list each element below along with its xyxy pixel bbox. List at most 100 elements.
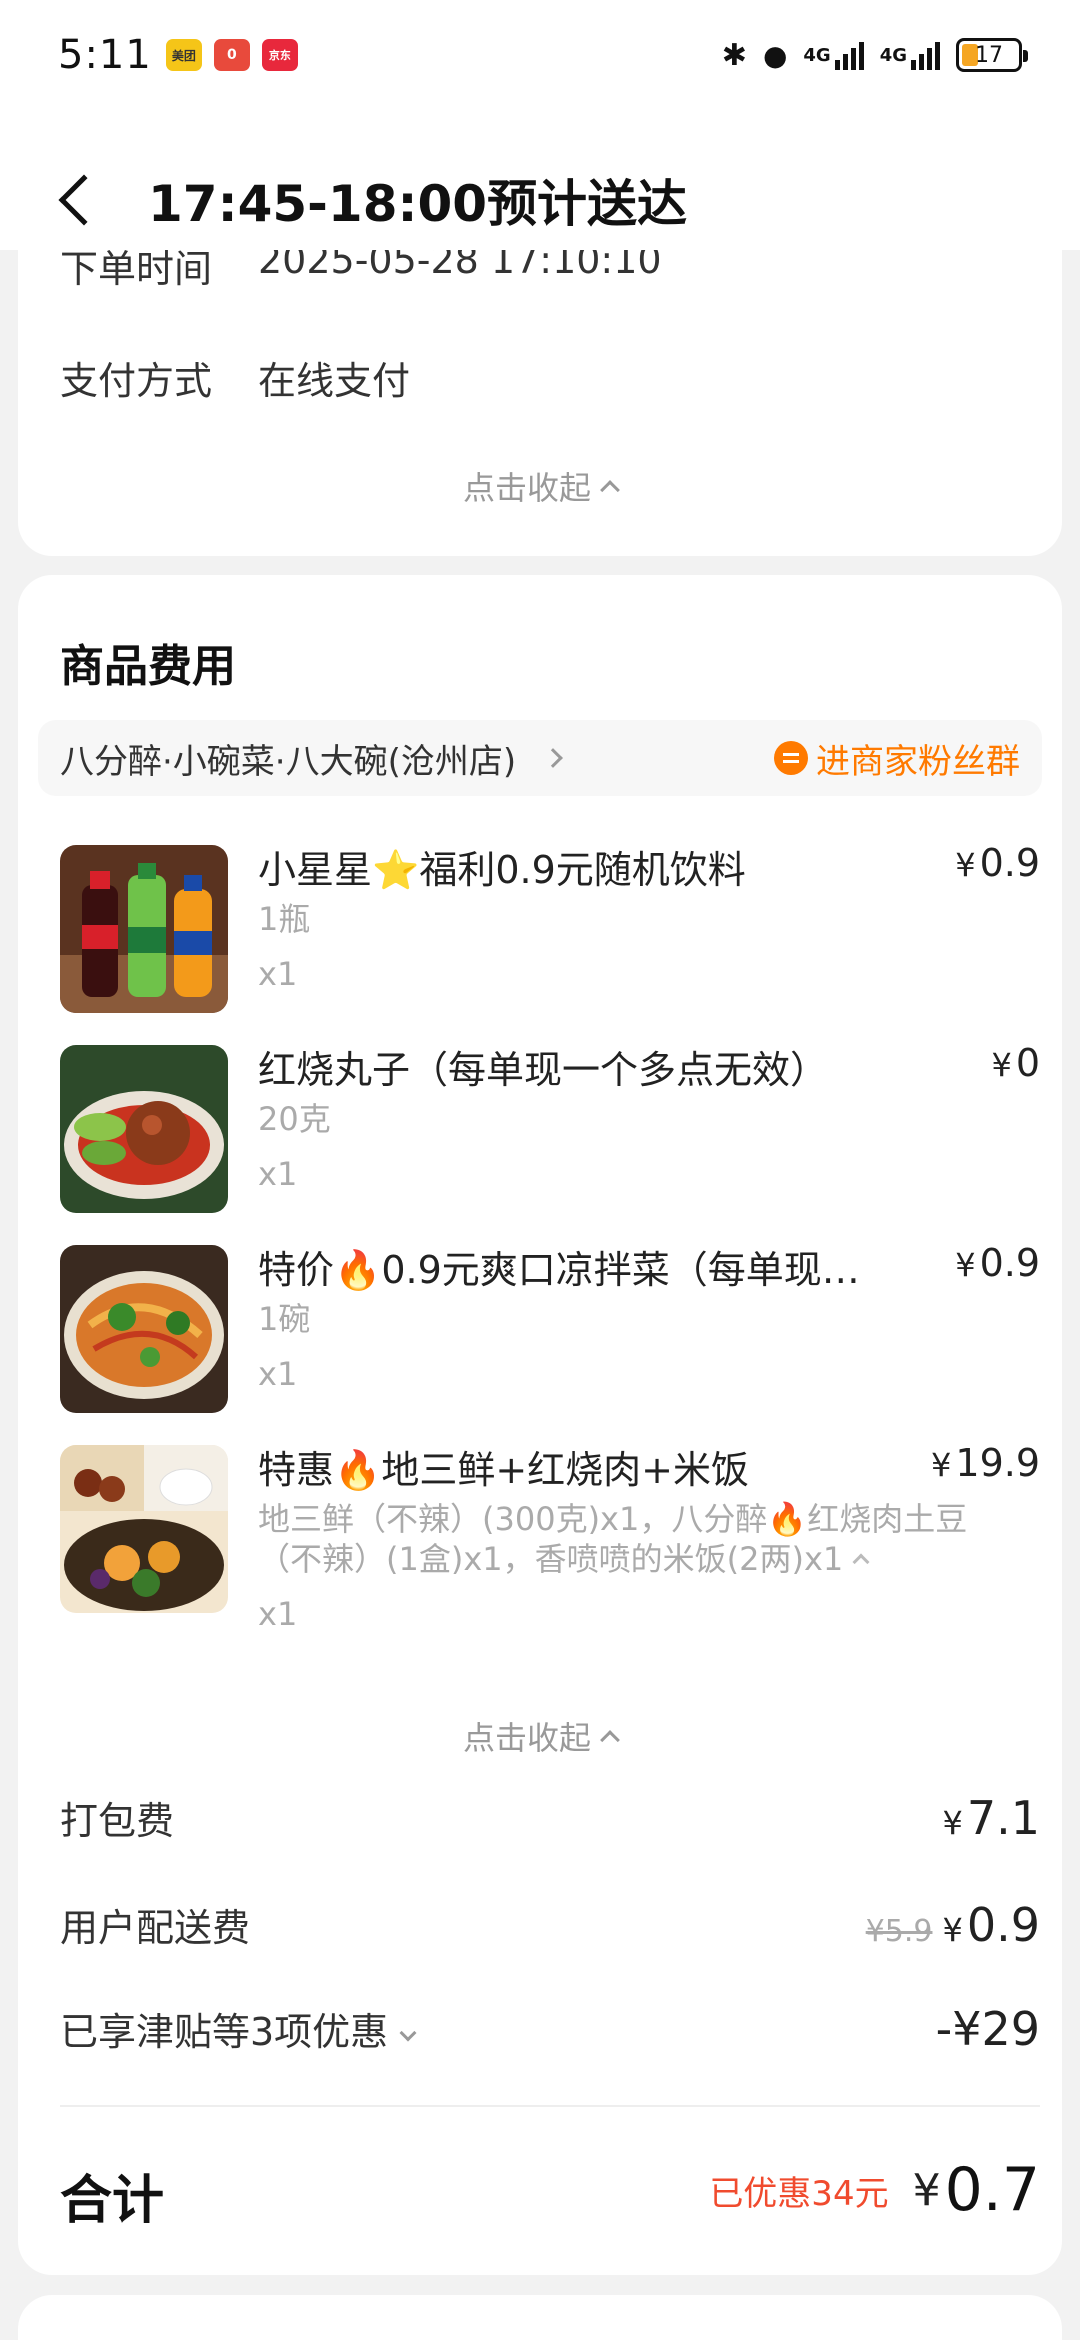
location-icon: ● — [762, 38, 788, 72]
item-name-suffix: 地三鲜+红烧肉+米饭 — [381, 1448, 750, 1492]
item-quantity: x1 — [258, 1355, 298, 1393]
salad-image — [60, 1245, 228, 1413]
chevron-down-icon — [399, 2024, 417, 2042]
list-item[interactable]: 特价🔥0.9元爽口凉拌菜（每单现… 1碗 x1 ¥0.9 — [60, 1241, 1040, 1415]
page-header: 17:45-18:00预计送达 — [0, 150, 1080, 250]
currency-symbol: ¥ — [955, 846, 976, 884]
list-item[interactable]: 特惠🔥地三鲜+红烧肉+米饭 地三鲜（不辣）(300克)x1，八分醉🔥红烧肉土豆（… — [60, 1441, 1040, 1645]
chat-icon — [774, 741, 808, 775]
order-info-card: 下单时间 2025-05-28 17:10:10 支付方式 在线支付 点击收起 — [18, 200, 1062, 556]
currency-symbol: ¥ — [942, 1803, 963, 1842]
discount-row[interactable]: 已享津贴等3项优惠 -¥29 — [60, 2001, 1040, 2056]
item-price-value: 0.9 — [979, 1241, 1040, 1285]
next-card — [18, 2295, 1062, 2340]
item-price-value: 0.9 — [979, 841, 1040, 885]
meituan-icon: 美团 — [165, 39, 202, 71]
packing-fee-label: 打包费 — [60, 1799, 175, 1843]
discount-label: 已享津贴等3项优惠 — [60, 2001, 417, 2056]
goods-fee-card: 商品费用 八分醉·小碗菜·八大碗(沧州店) 进商家粉丝群 小星星⭐福利0.9元随… — [18, 575, 1062, 2275]
fans-group-label: 进商家粉丝群 — [816, 741, 1020, 782]
cellular-signal-2: 4G — [880, 40, 940, 70]
page-title: 17:45-18:00预计送达 — [148, 175, 688, 233]
store-name: 八分醉·小碗菜·八大碗(沧州店) — [60, 741, 517, 782]
top-bar: 5:11 美团 0 京东 ✱ ● 4G 4G 17 17:45-18:00预计送… — [0, 0, 1080, 250]
item-quantity: x1 — [258, 1155, 298, 1193]
chevron-up-icon — [600, 480, 620, 500]
delivery-fee-original: ¥5.9 — [865, 1913, 933, 1949]
star-icon: ⭐ — [372, 848, 420, 892]
item-name-prefix: 小星星 — [258, 848, 373, 892]
item-name-suffix: 福利0.9元随机饮料 — [419, 848, 746, 892]
collapse-label: 点击收起 — [462, 1719, 591, 1757]
signal-bars-icon — [834, 40, 864, 70]
item-name: 小星星⭐福利0.9元随机饮料 — [258, 839, 918, 894]
item-name: 特价🔥0.9元爽口凉拌菜（每单现… — [258, 1239, 918, 1294]
chevron-up-icon[interactable] — [852, 1553, 870, 1571]
item-quantity: x1 — [258, 955, 298, 993]
list-item[interactable]: 小星星⭐福利0.9元随机饮料 1瓶 x1 ¥0.9 — [60, 841, 1040, 1015]
divider — [60, 2105, 1040, 2107]
cellular-signal-1: 4G — [803, 40, 864, 70]
signal-bars-icon — [911, 40, 940, 70]
fire-icon: 🔥 — [334, 1248, 382, 1292]
meatball-image — [60, 1045, 228, 1213]
packing-fee-row: 打包费 ¥7.1 — [60, 1790, 1040, 1845]
back-arrow-icon[interactable] — [58, 174, 110, 226]
item-price: ¥19.9 — [931, 1441, 1040, 1485]
status-time: 5:11 — [58, 32, 152, 78]
total-row: 已优惠34元 ¥ 0.7 — [60, 2155, 1040, 2225]
item-quantity: x1 — [258, 1595, 298, 1633]
item-name: 特惠🔥地三鲜+红烧肉+米饭 — [258, 1439, 918, 1494]
item-spec: 1碗 — [258, 1300, 311, 1338]
fire-icon: 🔥 — [334, 1448, 382, 1492]
packing-fee-amount: ¥7.1 — [942, 1791, 1040, 1845]
status-indicators: ✱ ● 4G 4G 17 — [721, 37, 1028, 73]
item-spec: 20克 — [258, 1100, 331, 1138]
item-price-value: 19.9 — [955, 1441, 1040, 1485]
total-value: 0.7 — [944, 2155, 1040, 2225]
packing-fee-value: 7.1 — [966, 1790, 1040, 1845]
item-name-suffix: 0.9元爽口凉拌菜（每单现… — [381, 1248, 860, 1292]
currency-symbol: ¥ — [912, 2164, 941, 2216]
item-name-prefix: 特惠 — [258, 1448, 335, 1492]
discount-amount: -¥29 — [935, 2001, 1040, 2056]
battery-icon: 17 — [956, 38, 1028, 72]
delivery-fee-label: 用户配送费 — [60, 1906, 251, 1950]
collapse-order-info-button[interactable]: 点击收起 — [18, 463, 1062, 509]
collapse-label: 点击收起 — [462, 469, 591, 507]
combo-meal-image — [60, 1445, 228, 1613]
item-name-prefix: 特价 — [258, 1248, 335, 1292]
network-type-1: 4G — [803, 44, 831, 66]
notification-icon: 0 — [213, 39, 250, 71]
delivery-fee-value: 0.9 — [966, 1897, 1040, 1952]
item-price: ¥0.9 — [955, 1241, 1040, 1285]
item-price-value: 0 — [1015, 1041, 1040, 1085]
status-bar: 5:11 美团 0 京东 ✱ ● 4G 4G 17 — [0, 0, 1080, 110]
section-title: 商品费用 — [60, 641, 236, 692]
total-amount: 已优惠34元 ¥ 0.7 — [709, 2155, 1040, 2225]
currency-symbol: ¥ — [931, 1446, 952, 1484]
list-item[interactable]: 红烧丸子（每单现一个多点无效） 20克 x1 ¥0 — [60, 1041, 1040, 1215]
currency-symbol: ¥ — [955, 1246, 976, 1284]
currency-symbol: ¥ — [942, 1910, 963, 1949]
jd-icon: 京东 — [261, 39, 298, 71]
chevron-up-icon — [600, 1730, 620, 1750]
drink-image — [60, 845, 228, 1013]
item-price: ¥0.9 — [955, 841, 1040, 885]
saved-amount: 已优惠34元 — [709, 2173, 889, 2214]
status-app-icons: 美团 0 京东 — [165, 39, 298, 71]
item-spec: 地三鲜（不辣）(300克)x1，八分醉🔥红烧肉土豆（不辣）(1盒)x1，香喷喷的… — [258, 1499, 998, 1579]
discount-label-text: 已享津贴等3项优惠 — [60, 2010, 389, 2054]
payment-row: 支付方式 在线支付 — [60, 350, 410, 405]
store-bar[interactable]: 八分醉·小碗菜·八大碗(沧州店) 进商家粉丝群 — [38, 720, 1042, 796]
item-spec: 1瓶 — [258, 900, 311, 938]
collapse-goods-button[interactable]: 点击收起 — [18, 1713, 1062, 1759]
payment-label: 支付方式 — [60, 359, 213, 403]
bluetooth-icon: ✱ — [721, 37, 747, 73]
item-name: 红烧丸子（每单现一个多点无效） — [258, 1048, 829, 1092]
currency-symbol: ¥ — [991, 1046, 1012, 1084]
delivery-fee-row: 用户配送费 ¥5.9 ¥0.9 — [60, 1897, 1040, 1952]
chevron-right-icon — [543, 748, 564, 768]
fans-group-button[interactable]: 进商家粉丝群 — [774, 734, 1020, 783]
network-type-2: 4G — [879, 44, 907, 66]
